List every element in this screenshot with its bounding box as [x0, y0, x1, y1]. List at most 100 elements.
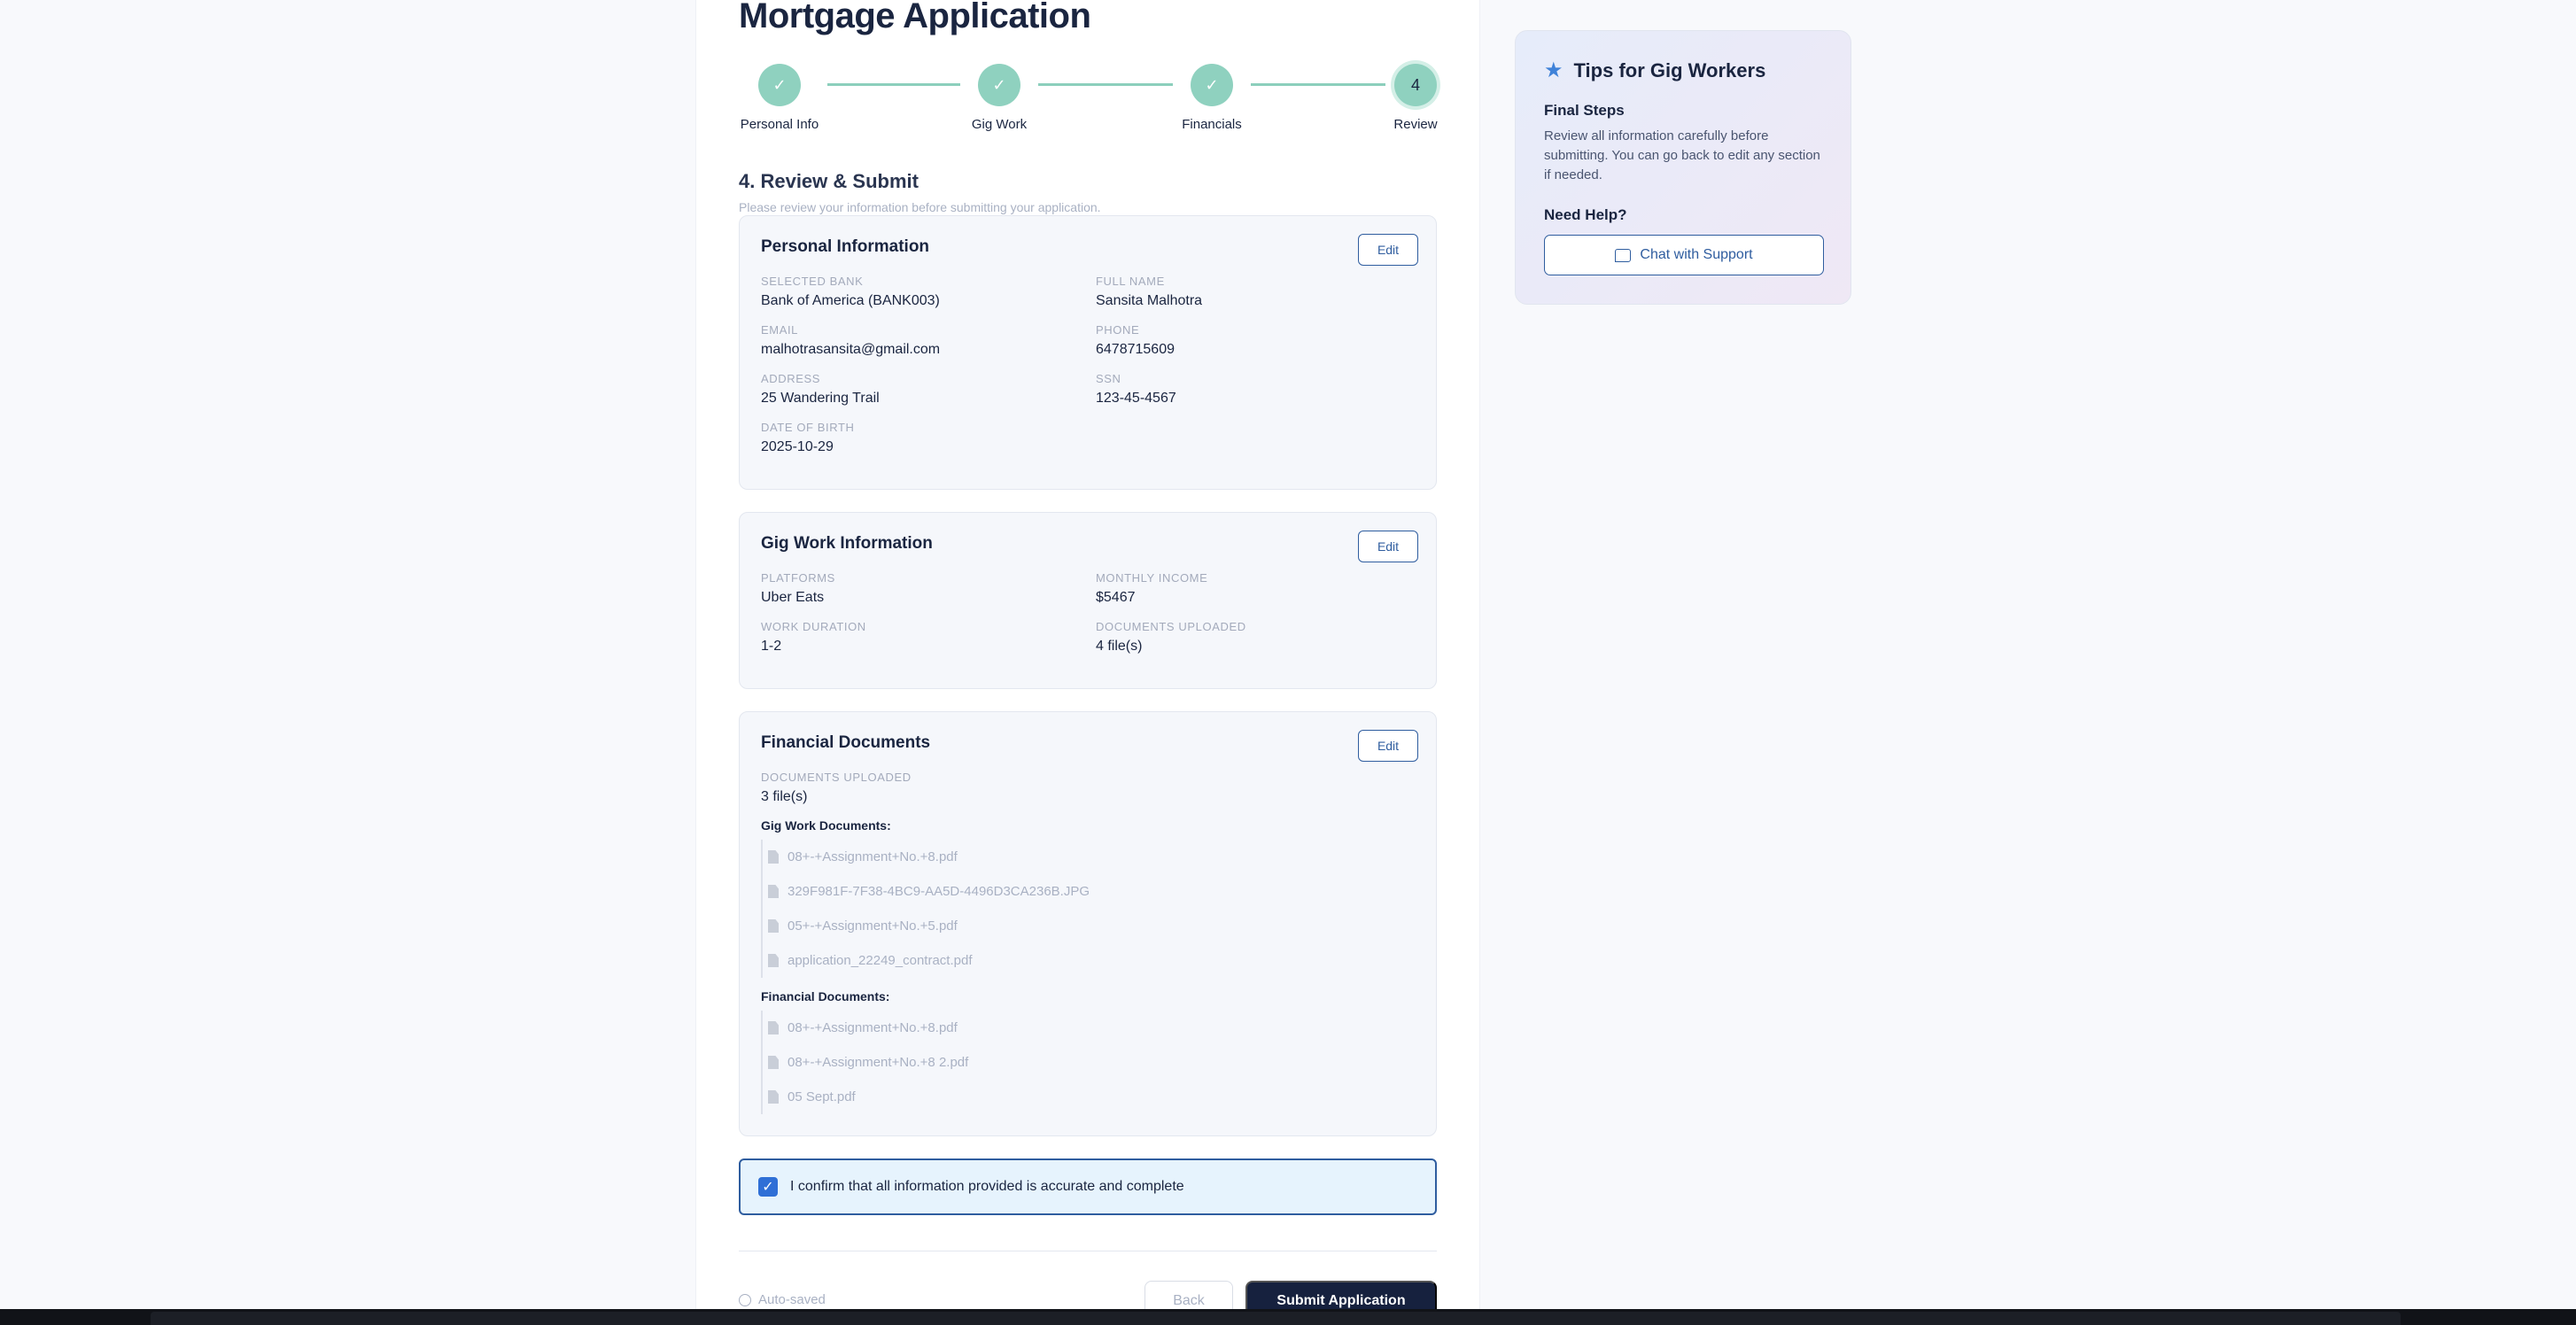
- field-value: Uber Eats: [761, 590, 825, 605]
- tips-panel: ★ Tips for Gig Workers Final Steps Revie…: [1515, 30, 1851, 305]
- section-title: 4. Review & Submit: [739, 170, 919, 192]
- check-icon: ✓: [1191, 64, 1233, 106]
- confirm-checkbox[interactable]: ✓: [758, 1177, 778, 1197]
- field-value: $5467: [1096, 590, 1136, 605]
- list-item[interactable]: application_22249_contract.pdf: [763, 943, 1090, 978]
- file-icon: [768, 885, 779, 898]
- file-icon: [768, 1090, 779, 1104]
- file-icon: [768, 1021, 779, 1034]
- autosave-status: Auto-saved: [739, 1292, 826, 1307]
- financial-docs-title: Financial Documents:: [761, 989, 890, 1003]
- file-icon: [768, 919, 779, 933]
- file-icon: [768, 850, 779, 864]
- file-icon: [768, 1056, 779, 1069]
- field-label: Date of Birth: [761, 421, 855, 434]
- chat-label: Chat with Support: [1640, 247, 1753, 262]
- financial-docs-list: 08+-+Assignment+No.+8.pdf 08+-+Assignmen…: [761, 1011, 968, 1114]
- field-date-of-birth: Date of Birth 2025-10-29: [761, 421, 1080, 455]
- tips-subtitle: Final Steps: [1544, 102, 1625, 119]
- gig-docs-list: 08+-+Assignment+No.+8.pdf 329F981F-7F38-…: [761, 840, 1090, 978]
- financial-docs-card: Financial Documents Edit Documents Uploa…: [739, 711, 1437, 1136]
- chat-with-support-button[interactable]: Chat with Support: [1544, 235, 1824, 275]
- field-email: Email malhotrasansita@gmail.com: [761, 323, 1080, 358]
- doc-name: 05+-+Assignment+No.+5.pdf: [788, 918, 958, 934]
- field-label: Documents Uploaded: [1096, 620, 1246, 633]
- field-value: 1-2: [761, 639, 782, 654]
- step-connector: [1038, 83, 1173, 86]
- field-address: Address 25 Wandering Trail: [761, 372, 1080, 407]
- check-icon: ✓: [978, 64, 1020, 106]
- card-title: Gig Work Information: [761, 534, 933, 553]
- personal-info-card: Personal Information Edit Selected Bank …: [739, 215, 1437, 490]
- field-platforms: Platforms Uber Eats: [761, 571, 1080, 606]
- doc-name: application_22249_contract.pdf: [788, 953, 973, 968]
- list-item[interactable]: 329F981F-7F38-4BC9-AA5D-4496D3CA236B.JPG: [763, 874, 1090, 909]
- field-label: Work Duration: [761, 620, 866, 633]
- field-work-duration: Work Duration 1-2: [761, 620, 1080, 655]
- step-gig-work[interactable]: ✓ Gig Work: [946, 64, 1052, 132]
- step-personal-info[interactable]: ✓ Personal Info: [726, 64, 833, 132]
- field-value: 2025-10-29: [761, 439, 834, 454]
- doc-name: 08+-+Assignment+No.+8.pdf: [788, 1020, 958, 1035]
- autosave-label: Auto-saved: [758, 1292, 826, 1307]
- step-number: 4: [1394, 64, 1437, 106]
- field-value: 6478715609: [1096, 342, 1175, 357]
- field-label: Phone: [1096, 323, 1140, 337]
- field-label: Full Name: [1096, 275, 1165, 288]
- list-item[interactable]: 08+-+Assignment+No.+8 2.pdf: [763, 1045, 968, 1080]
- field-label: Monthly Income: [1096, 571, 1208, 585]
- field-monthly-income: Monthly Income $5467: [1096, 571, 1415, 606]
- field-label: Platforms: [761, 571, 835, 585]
- list-item[interactable]: 05+-+Assignment+No.+5.pdf: [763, 909, 1090, 943]
- edit-gig-button[interactable]: Edit: [1358, 531, 1418, 562]
- step-review[interactable]: 4 Review: [1362, 64, 1469, 132]
- field-documents-uploaded: Documents Uploaded 3 file(s): [761, 771, 1080, 805]
- progress-stepper: ✓ Personal Info ✓ Gig Work ✓ Financials …: [739, 64, 1439, 135]
- confirm-checkbox-row[interactable]: ✓ I confirm that all information provide…: [739, 1158, 1437, 1215]
- field-value: 4 file(s): [1096, 639, 1143, 654]
- field-label: Documents Uploaded: [761, 771, 912, 784]
- doc-name: 08+-+Assignment+No.+8 2.pdf: [788, 1055, 969, 1070]
- clock-icon: [739, 1293, 751, 1306]
- field-value: 25 Wandering Trail: [761, 391, 880, 406]
- field-value: 123-45-4567: [1096, 391, 1176, 406]
- list-item[interactable]: 08+-+Assignment+No.+8.pdf: [763, 1011, 968, 1045]
- step-label: Personal Info: [740, 117, 819, 132]
- edit-financial-button[interactable]: Edit: [1358, 730, 1418, 762]
- tips-title: Tips for Gig Workers: [1573, 58, 1766, 81]
- field-documents-uploaded: Documents Uploaded 4 file(s): [1096, 620, 1415, 655]
- step-label: Review: [1393, 117, 1438, 132]
- tips-body: Review all information carefully before …: [1544, 128, 1820, 182]
- field-label: SSN: [1096, 372, 1121, 385]
- doc-name: 329F981F-7F38-4BC9-AA5D-4496D3CA236B.JPG: [788, 884, 1090, 899]
- field-full-name: Full Name Sansita Malhotra: [1096, 275, 1415, 309]
- file-icon: [768, 954, 779, 967]
- field-label: Email: [761, 323, 799, 337]
- list-item[interactable]: 05 Sept.pdf: [763, 1080, 968, 1114]
- confirm-label: I confirm that all information provided …: [790, 1179, 1184, 1194]
- gig-work-card: Gig Work Information Edit Platforms Uber…: [739, 512, 1437, 689]
- field-ssn: SSN 123-45-4567: [1096, 372, 1415, 407]
- star-icon: ★: [1544, 58, 1563, 82]
- field-value: Sansita Malhotra: [1096, 293, 1203, 308]
- card-title: Personal Information: [761, 237, 930, 256]
- help-title: Need Help?: [1544, 206, 1627, 223]
- field-label: Selected Bank: [761, 275, 864, 288]
- step-financials[interactable]: ✓ Financials: [1159, 64, 1265, 132]
- field-phone: Phone 6478715609: [1096, 323, 1415, 358]
- edit-personal-button[interactable]: Edit: [1358, 234, 1418, 266]
- doc-name: 05 Sept.pdf: [788, 1089, 856, 1104]
- step-label: Financials: [1182, 117, 1242, 132]
- section-subtitle: Please review your information before su…: [739, 200, 1101, 214]
- tips-header: ★ Tips for Gig Workers: [1544, 58, 1765, 83]
- field-selected-bank: Selected Bank Bank of America (BANK003): [761, 275, 1080, 309]
- card-title: Financial Documents: [761, 733, 931, 752]
- page-title: Mortgage Application: [739, 0, 1091, 35]
- field-value: Bank of America (BANK003): [761, 293, 940, 308]
- gig-docs-title: Gig Work Documents:: [761, 818, 891, 833]
- list-item[interactable]: 08+-+Assignment+No.+8.pdf: [763, 840, 1090, 874]
- check-icon: ✓: [758, 64, 801, 106]
- field-value: 3 file(s): [761, 789, 808, 804]
- step-label: Gig Work: [971, 117, 1028, 132]
- field-value: malhotrasansita@gmail.com: [761, 342, 941, 357]
